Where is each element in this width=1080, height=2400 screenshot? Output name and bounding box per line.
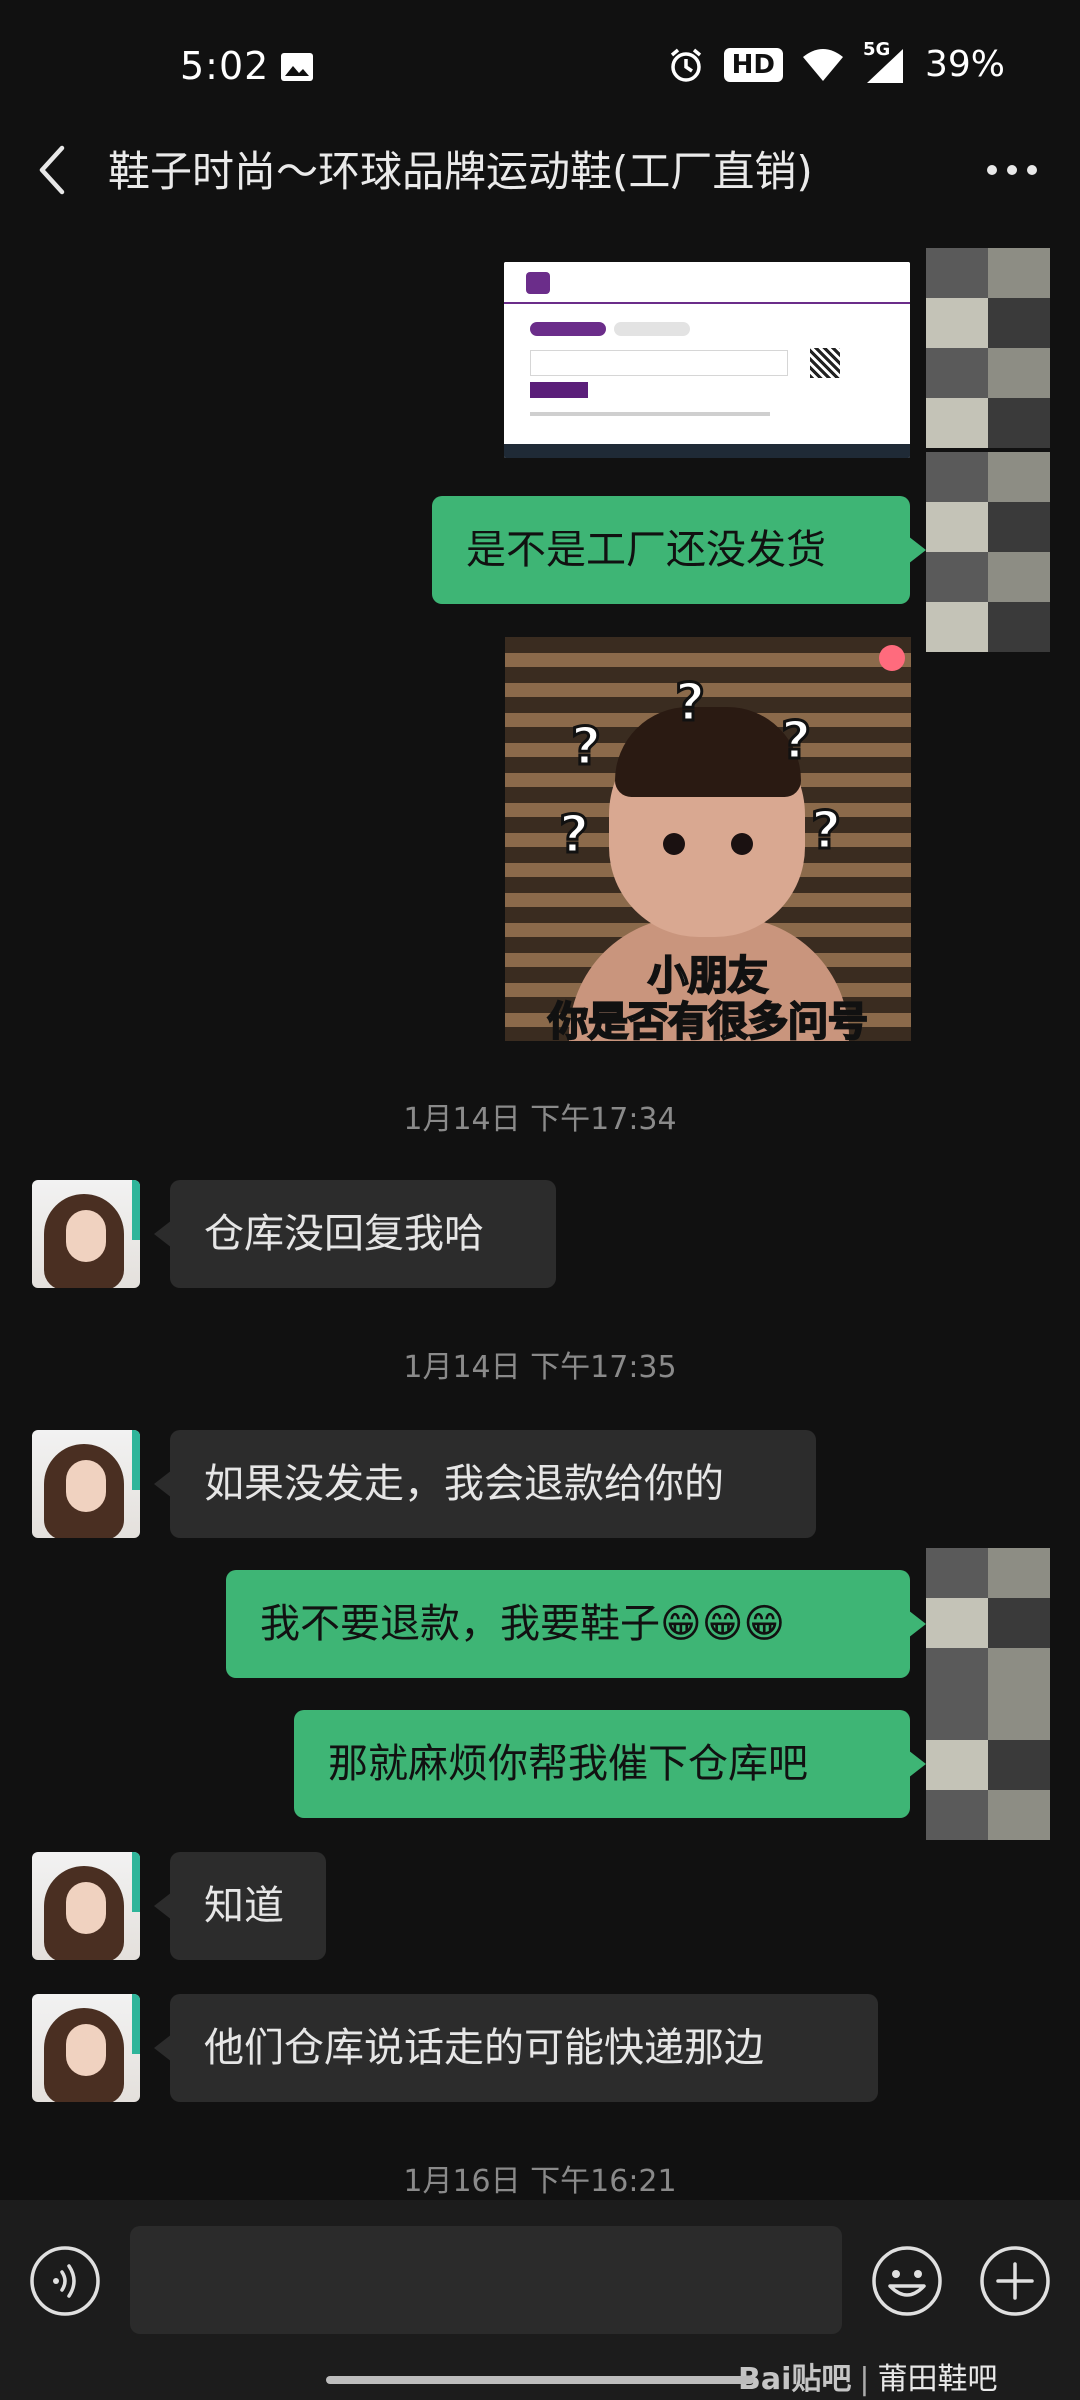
incoming-message[interactable]: 仓库没回复我哈 [154, 1180, 556, 1288]
chat-screen: 5:02 HD 5G 39% 鞋子时尚～环球品牌运动鞋(工厂直销) 是不是工厂还… [0, 0, 1080, 2400]
incoming-message[interactable]: 知道 [154, 1852, 326, 1960]
screenshot-tab-active [530, 322, 606, 336]
qr-code [810, 348, 840, 378]
chat-title: 鞋子时尚～环球品牌运动鞋(工厂直销) [108, 147, 813, 196]
question-mark-icon: ? [557, 804, 590, 867]
screenshot-input-field [530, 350, 788, 376]
sticker-child-hair [615, 707, 801, 797]
chat-header: 鞋子时尚～环球品牌运动鞋(工厂直销) [0, 120, 1080, 220]
gallery-notification-icon [281, 53, 313, 81]
site-logo [526, 272, 550, 294]
alarm-icon [670, 48, 701, 82]
self-avatar[interactable] [926, 248, 1050, 448]
watermark-separator: | [859, 2362, 870, 2397]
incoming-message[interactable]: 他们仓库说话走的可能快递那边 [154, 1994, 878, 2102]
outgoing-message[interactable]: 那就麻烦你帮我催下仓库吧 [294, 1710, 926, 1818]
sticker-eye [731, 833, 753, 855]
screenshot-taskbar [504, 444, 910, 458]
screenshot-tab [614, 322, 690, 336]
screenshot-text-line [530, 412, 770, 416]
add-attachment-icon[interactable] [978, 2244, 1052, 2318]
contact-avatar[interactable] [32, 1180, 140, 1288]
timestamp: 1月14日 下午17:34 [403, 1102, 677, 1137]
shared-screenshot-image[interactable] [504, 262, 910, 458]
home-indicator[interactable] [326, 2376, 754, 2384]
network-type: 5G [862, 38, 891, 60]
cellular-signal: 5G [863, 39, 907, 85]
timestamp: 1月14日 下午17:35 [403, 1350, 677, 1385]
contact-avatar[interactable] [32, 1430, 140, 1538]
question-mark-sticker[interactable]: ? ? ? ? ? 小朋友 你是否有很多问号 [505, 637, 911, 1041]
hd-badge: HD [723, 47, 783, 82]
outgoing-message[interactable]: 我不要退款，我要鞋子😁😁😁 [226, 1570, 926, 1678]
message-input-bar: Bai贴吧 | 莆田鞋吧 [0, 2200, 1080, 2400]
sticker-eye [663, 833, 685, 855]
voice-input-icon[interactable] [28, 2244, 102, 2318]
screenshot-header [504, 262, 910, 304]
status-bar: 5:02 HD 5G 39% [0, 0, 1080, 120]
watermark-forum: 莆田鞋吧 [877, 2362, 998, 2397]
question-mark-icon: ? [779, 710, 812, 773]
back-arrow-icon[interactable] [32, 142, 72, 198]
battery-percent: 39% [924, 44, 1005, 85]
status-time: 5:02 [180, 44, 270, 88]
strawberry-icon [879, 645, 905, 671]
wifi-icon [802, 48, 843, 81]
status-icons: HD 5G 39% [666, 39, 1005, 85]
incoming-message[interactable]: 如果没发走，我会退款给你的 [154, 1430, 816, 1538]
outgoing-message[interactable]: 是不是工厂还没发货 [432, 496, 926, 604]
self-avatar[interactable] [926, 1690, 1050, 1850]
question-mark-icon: ? [809, 800, 842, 863]
timestamp: 1月16日 下午16:21 [403, 2164, 677, 2199]
question-mark-icon: ? [569, 716, 602, 779]
self-avatar[interactable] [926, 452, 1050, 652]
contact-avatar[interactable] [32, 1994, 140, 2102]
baidu-tieba-watermark: Bai贴吧 | 莆田鞋吧 [738, 2354, 998, 2398]
question-mark-icon: ? [673, 672, 706, 735]
screenshot-button [530, 382, 588, 398]
message-text-input[interactable] [130, 2226, 842, 2334]
more-options-icon[interactable] [984, 150, 1040, 190]
emoji-icon[interactable] [870, 2244, 944, 2318]
watermark-brand: Bai贴吧 [738, 2362, 852, 2397]
contact-avatar[interactable] [32, 1852, 140, 1960]
sticker-caption-line2: 你是否有很多问号 [547, 998, 869, 1041]
